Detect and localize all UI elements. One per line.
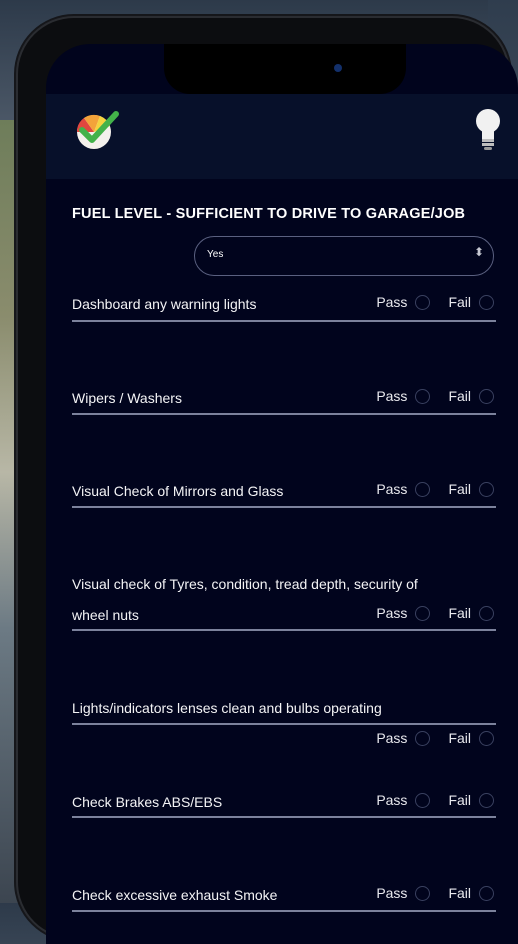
phone-notch bbox=[164, 44, 406, 94]
check-label-line1: Visual check of Tyres, condition, tread … bbox=[72, 576, 418, 592]
check-label: Dashboard any warning lights bbox=[72, 296, 257, 312]
fail-radio[interactable] bbox=[479, 388, 494, 404]
divider bbox=[72, 413, 496, 415]
app-screen: FUEL LEVEL - SUFFICIENT TO DRIVE TO GARA… bbox=[46, 44, 518, 944]
fail-radio[interactable] bbox=[479, 294, 494, 310]
fuel-level-title: FUEL LEVEL - SUFFICIENT TO DRIVE TO GARA… bbox=[72, 206, 466, 222]
pass-label: Pass bbox=[376, 294, 408, 310]
pass-radio[interactable] bbox=[415, 294, 431, 310]
divider bbox=[72, 723, 496, 725]
fail-radio[interactable] bbox=[479, 885, 494, 901]
divider bbox=[72, 910, 496, 912]
divider bbox=[72, 320, 496, 322]
divider bbox=[72, 816, 496, 818]
fail-radio[interactable] bbox=[479, 792, 494, 808]
divider bbox=[72, 629, 496, 631]
pass-label: Pass bbox=[376, 730, 408, 746]
check-label: Visual Check of Mirrors and Glass bbox=[72, 483, 284, 499]
fail-label: Fail bbox=[448, 792, 471, 808]
pass-radio[interactable] bbox=[415, 481, 431, 497]
pass-label: Pass bbox=[376, 481, 408, 497]
fail-label: Fail bbox=[448, 605, 471, 621]
select-arrows-icon: ⬍ bbox=[473, 245, 484, 259]
fail-radio[interactable] bbox=[479, 605, 494, 621]
pass-label: Pass bbox=[376, 388, 408, 404]
phone-frame: FUEL LEVEL - SUFFICIENT TO DRIVE TO GARA… bbox=[18, 18, 518, 944]
fail-label: Fail bbox=[448, 388, 471, 404]
fail-label: Fail bbox=[448, 730, 471, 746]
lightbulb-icon[interactable] bbox=[472, 106, 504, 152]
pass-fail-group: Pass Fail bbox=[358, 730, 494, 746]
camera-icon bbox=[334, 64, 342, 72]
check-label: Lights/indicators lenses clean and bulbs… bbox=[72, 700, 382, 716]
pass-label: Pass bbox=[376, 885, 408, 901]
fuel-level-value: Yes bbox=[207, 249, 224, 260]
fail-label: Fail bbox=[448, 481, 471, 497]
pass-radio[interactable] bbox=[415, 885, 431, 901]
fail-label: Fail bbox=[448, 885, 471, 901]
fail-radio[interactable] bbox=[479, 730, 494, 746]
pass-fail-group: Pass Fail bbox=[358, 481, 494, 497]
pass-radio[interactable] bbox=[415, 792, 431, 808]
pass-label: Pass bbox=[376, 792, 408, 808]
pass-fail-group: Pass Fail bbox=[358, 885, 494, 901]
pass-fail-group: Pass Fail bbox=[358, 388, 494, 404]
check-label: Check excessive exhaust Smoke bbox=[72, 887, 278, 903]
pass-radio[interactable] bbox=[415, 605, 431, 621]
fail-radio[interactable] bbox=[479, 481, 494, 497]
fuel-level-select[interactable]: Yes ⬍ bbox=[194, 236, 494, 276]
pass-fail-group: Pass Fail bbox=[358, 605, 494, 621]
check-logo-icon[interactable] bbox=[74, 106, 120, 152]
check-label: Check Brakes ABS/EBS bbox=[72, 794, 223, 810]
fail-label: Fail bbox=[448, 294, 471, 310]
check-label: Wipers / Washers bbox=[72, 390, 182, 406]
divider bbox=[72, 506, 496, 508]
pass-label: Pass bbox=[376, 605, 408, 621]
pass-fail-group: Pass Fail bbox=[358, 294, 494, 310]
pass-radio[interactable] bbox=[415, 388, 431, 404]
pass-radio[interactable] bbox=[415, 730, 431, 746]
pass-fail-group: Pass Fail bbox=[358, 792, 494, 808]
check-label-line2: wheel nuts bbox=[72, 607, 139, 623]
